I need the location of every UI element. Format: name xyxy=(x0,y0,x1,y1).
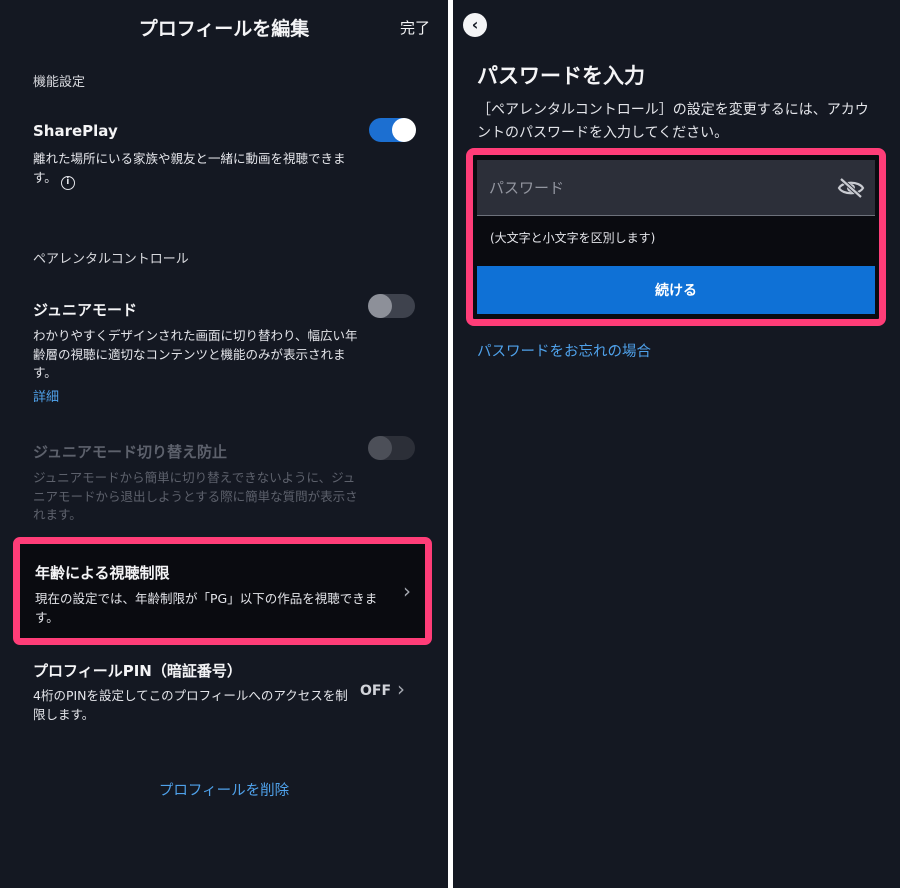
junior-lock-toggle xyxy=(368,436,415,460)
edit-profile-panel: プロフィールを編集 完了 機能設定 SharePlay 離れた場所にいる家族や親… xyxy=(0,0,448,888)
profile-pin-status: OFF xyxy=(360,683,392,699)
password-form: (大文字と小文字を区別します) 続ける xyxy=(466,148,886,326)
shareplay-description-text: 離れた場所にいる家族や親友と一緒に動画を視聴できます。 xyxy=(33,151,346,185)
page-title: プロフィールを編集 xyxy=(138,18,310,40)
toggle-knob xyxy=(392,118,416,142)
junior-lock-title: ジュニアモード切り替え防止 xyxy=(33,443,227,461)
parental-controls-label: ペアレンタルコントロール xyxy=(33,252,189,267)
chevron-right-icon: › xyxy=(403,579,411,603)
password-title: パスワードを入力 xyxy=(477,64,645,88)
profile-pin-description: 4桁のPINを設定してこのプロフィールへのアクセスを制限します。 xyxy=(33,688,348,722)
password-hint: (大文字と小文字を区別します) xyxy=(490,231,656,245)
junior-mode-toggle[interactable] xyxy=(368,294,415,318)
password-field-wrapper xyxy=(477,160,875,216)
function-settings-label: 機能設定 xyxy=(33,75,86,90)
age-restriction-description: 現在の設定では、年齢制限が「PG」以下の作品を視聴できます。 xyxy=(35,591,378,625)
junior-mode-description: わかりやすくデザインされた画面に切り替わり、幅広い年齢層の視聴に適切なコンテンツ… xyxy=(33,328,358,380)
delete-profile-link[interactable]: プロフィールを削除 xyxy=(0,779,448,800)
profile-pin-title: プロフィールPIN（暗証番号） xyxy=(33,662,242,680)
shareplay-title: SharePlay xyxy=(33,122,118,140)
age-restriction-row[interactable]: 年齢による視聴制限 現在の設定では、年齢制限が「PG」以下の作品を視聴できます。… xyxy=(13,537,432,645)
chevron-right-icon: › xyxy=(397,677,405,701)
shareplay-toggle[interactable] xyxy=(369,118,416,142)
done-button[interactable]: 完了 xyxy=(400,17,430,38)
eye-off-icon[interactable] xyxy=(837,176,865,200)
password-description: ［ペアレンタルコントロール］の設定を変更するには、アカウントのパスワードを入力し… xyxy=(477,102,869,141)
age-restriction-title: 年齢による視聴制限 xyxy=(35,564,170,582)
shareplay-description: 離れた場所にいる家族や親友と一緒に動画を視聴できます。 i xyxy=(33,150,363,190)
junior-mode-title: ジュニアモード xyxy=(33,301,137,319)
back-arrow-icon[interactable]: ‹ xyxy=(463,13,487,37)
password-input[interactable] xyxy=(477,160,817,215)
info-icon[interactable]: i xyxy=(60,175,75,190)
continue-button[interactable]: 続ける xyxy=(477,266,875,314)
password-panel: ‹ パスワードを入力 ［ペアレンタルコントロール］の設定を変更するには、アカウン… xyxy=(453,0,900,888)
junior-lock-description: ジュニアモードから簡単に切り替えできないように、ジュニアモードから退出しようとす… xyxy=(33,470,358,522)
junior-mode-detail-link[interactable]: 詳細 xyxy=(33,386,59,405)
toggle-knob xyxy=(368,436,392,460)
forgot-password-link[interactable]: パスワードをお忘れの場合 xyxy=(477,340,651,361)
toggle-knob xyxy=(368,294,392,318)
